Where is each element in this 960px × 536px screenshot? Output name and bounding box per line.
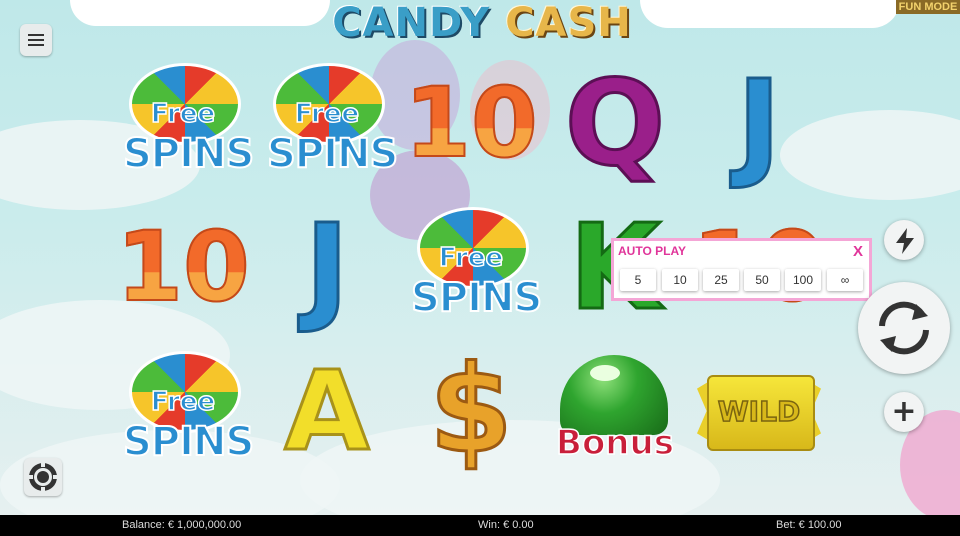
wild-candy-wrapper: WILD: [697, 369, 821, 453]
auto-play-option-25[interactable]: 25: [703, 269, 739, 291]
win-value: € 0.00: [503, 519, 534, 531]
gumdrop-shine: [590, 365, 620, 381]
symbol-label: Bonus: [555, 422, 674, 464]
symbol-label: Free: [150, 98, 216, 130]
reel-symbol-wild: WILD: [694, 346, 824, 476]
reel-symbol-q: Q: [550, 58, 680, 188]
symbol-label: SPINS: [122, 418, 255, 466]
free-spins-lollipop: Free SPINS: [122, 63, 255, 183]
auto-play-option-5[interactable]: 5: [620, 269, 656, 291]
symbol-label: SPINS: [410, 274, 543, 322]
menu-button[interactable]: [20, 24, 52, 56]
win-label: Win:: [478, 519, 500, 531]
win-readout: Win: € 0.00: [478, 515, 534, 536]
reel-symbol-j: J: [262, 202, 392, 332]
symbol-label: $: [428, 341, 514, 480]
symbol-label: SPINS: [266, 130, 399, 178]
spin-button[interactable]: [858, 282, 950, 374]
reel-symbol-ten: 10: [115, 202, 251, 332]
symbol-label: SPINS: [122, 130, 255, 178]
reel-symbol-free-spins: Free SPINS: [118, 58, 255, 188]
bet-label: Bet:: [776, 519, 796, 531]
reel-symbol-free-spins: Free SPINS: [406, 202, 543, 332]
refresh-spin-icon: [879, 301, 929, 355]
balance-value: € 1,000,000.00: [167, 519, 242, 531]
auto-play-option-10[interactable]: 10: [662, 269, 698, 291]
poker-chip-icon: [28, 462, 58, 492]
auto-play-option-infinite[interactable]: ∞: [827, 269, 863, 291]
bet-readout: Bet: € 100.00: [776, 515, 841, 536]
reel-symbol-free-spins: Free SPINS: [118, 346, 255, 476]
symbol-label: A: [283, 347, 371, 475]
turbo-button[interactable]: [884, 220, 924, 260]
free-spins-lollipop: Free SPINS: [266, 63, 399, 183]
logo-word-candy: CANDY: [332, 0, 491, 46]
free-spins-lollipop: Free SPINS: [410, 207, 543, 327]
reel-symbol-ten: 10: [403, 58, 539, 188]
bet-settings-button[interactable]: [24, 458, 62, 496]
reel-symbol-bonus: Bonus: [550, 346, 680, 476]
symbol-label: WILD: [717, 394, 801, 429]
auto-play-option-100[interactable]: 100: [785, 269, 821, 291]
plus-icon: +: [891, 394, 917, 429]
bet-increase-button[interactable]: +: [884, 392, 924, 432]
symbol-label: 10: [403, 67, 539, 179]
bet-value: € 100.00: [798, 519, 842, 531]
balance-label: Balance:: [122, 519, 165, 531]
bonus-gumdrop: Bonus: [552, 351, 678, 471]
auto-play-panel: AUTO PLAY X 5 10 25 50 100 ∞: [611, 238, 872, 301]
symbol-label: J: [304, 198, 351, 336]
auto-play-option-50[interactable]: 50: [744, 269, 780, 291]
reel-symbol-free-spins: Free SPINS: [262, 58, 399, 188]
reel-symbol-j: J: [694, 58, 824, 188]
symbol-label: Free: [438, 242, 504, 274]
lightning-bolt-icon: [896, 228, 914, 254]
free-spins-lollipop: Free SPINS: [122, 351, 255, 471]
symbol-label: Free: [294, 98, 360, 130]
game-logo: CANDY CASH: [322, 0, 642, 48]
auto-play-title: AUTO PLAY: [618, 244, 687, 258]
auto-play-close-button[interactable]: X: [853, 243, 863, 260]
status-bar: Balance: € 1,000,000.00 Win: € 0.00 Bet:…: [0, 515, 960, 536]
symbol-label: 10: [115, 211, 251, 323]
symbol-label: J: [736, 54, 783, 192]
balance-readout: Balance: € 1,000,000.00: [122, 515, 241, 536]
reel-symbol-dollar: $: [406, 346, 536, 476]
symbol-label: Free: [150, 386, 216, 418]
reel-symbol-a: A: [262, 346, 392, 476]
icing-drip: [70, 0, 330, 26]
logo-word-cash: CASH: [505, 0, 632, 46]
icing-drip: [640, 0, 900, 28]
fun-mode-badge: FUN MODE: [896, 0, 960, 14]
symbol-label: Q: [563, 54, 666, 192]
